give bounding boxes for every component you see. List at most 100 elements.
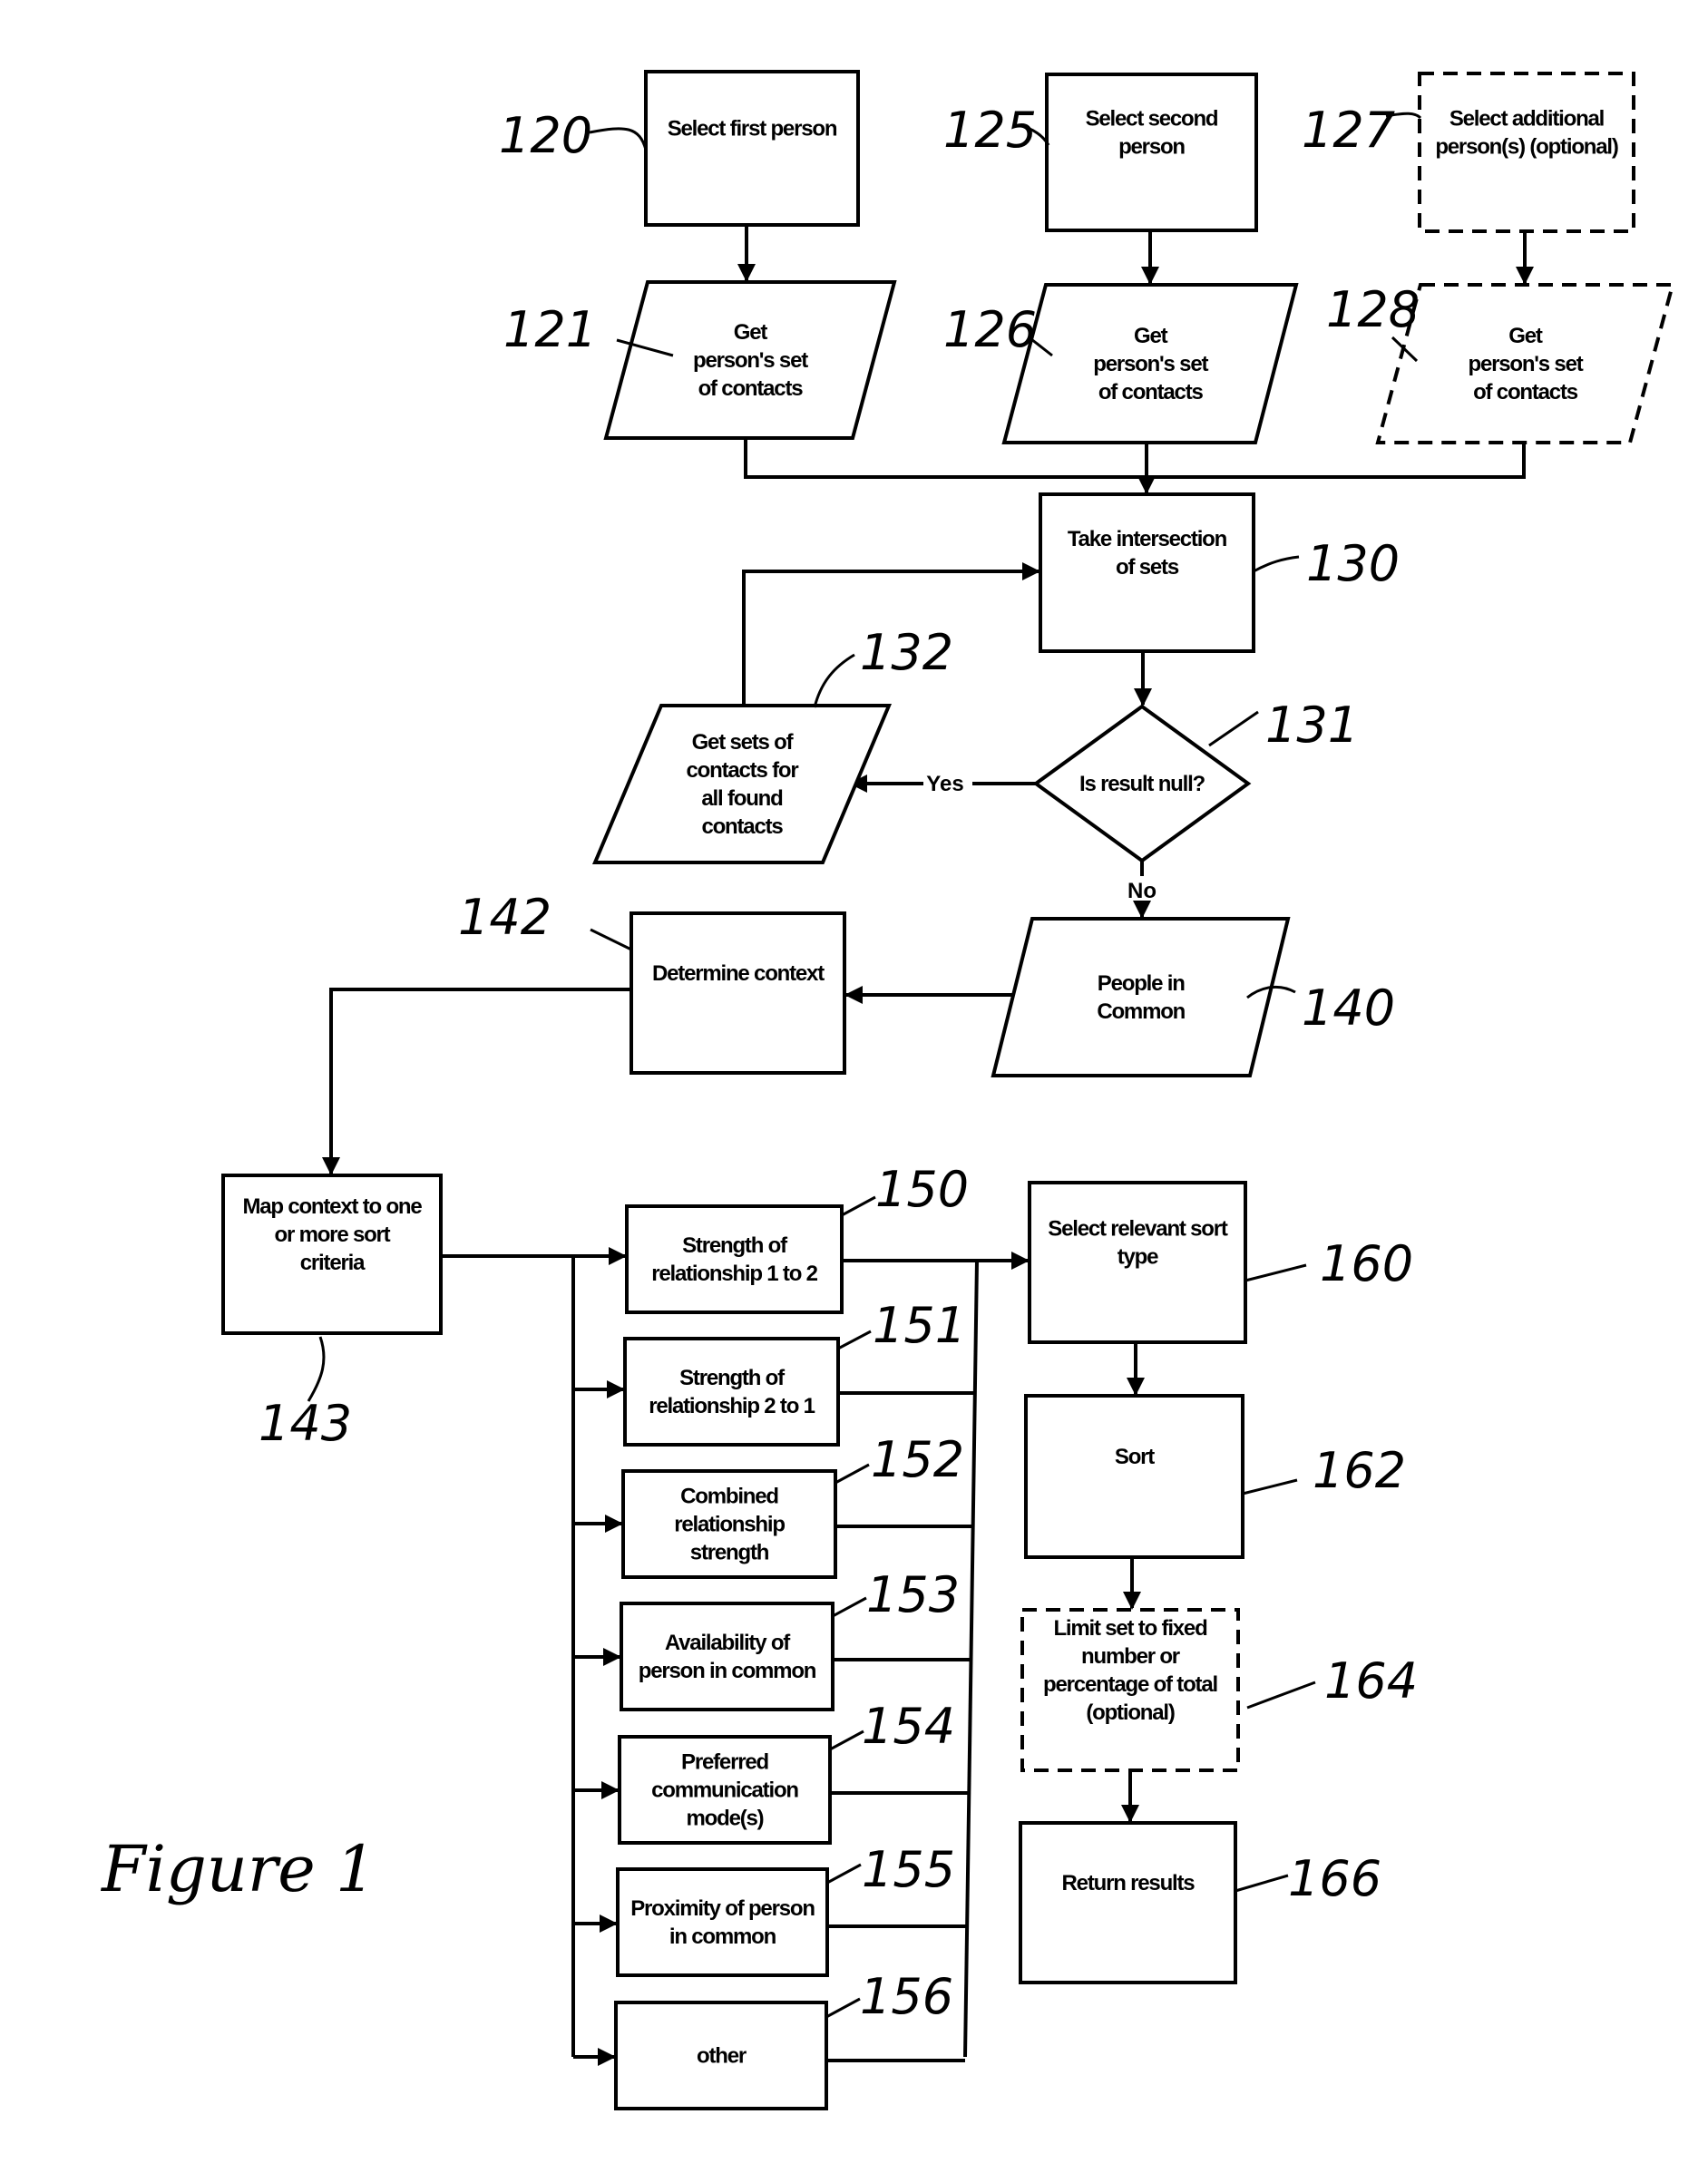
node-131: Is result null? — [1032, 704, 1252, 863]
ref-142: 142 — [458, 889, 551, 946]
node-label-132-line-1: Get sets of — [692, 730, 795, 755]
leader-142 — [590, 928, 632, 951]
ref-162: 162 — [1313, 1442, 1406, 1499]
node-label-164-line-3: percentage of total — [1043, 1672, 1217, 1697]
node-label-132-line-3: all found — [701, 786, 783, 811]
node-label-125-line-1: Select second — [1086, 107, 1218, 132]
node-label-166-line-1: Return results — [1062, 1871, 1196, 1895]
node-label-164-line-4: (optional) — [1086, 1700, 1175, 1725]
node-label-125-line-2: person — [1118, 135, 1185, 160]
ref-154: 154 — [862, 1698, 955, 1755]
node-label-120-line-1: Select first person — [668, 117, 837, 141]
node-127: Select additional person(s) (optional) — [1418, 72, 1635, 233]
ref-128: 128 — [1326, 281, 1420, 338]
ref-126: 126 — [943, 301, 1037, 358]
rect-shape-150 — [625, 1204, 844, 1314]
node-label-160-line-1: Select relevant sort — [1048, 1217, 1228, 1242]
flowchart-diagram: Select first person Select secondpersonSe… — [100, 70, 1675, 2110]
leader-166 — [1235, 1874, 1289, 1893]
node-label-154-line-3: mode(s) — [687, 1807, 764, 1831]
ref-130: 130 — [1306, 535, 1400, 592]
ref-155: 155 — [862, 1841, 955, 1898]
rect-shape-153 — [620, 1602, 834, 1711]
node-label-164-line-2: number or — [1081, 1644, 1180, 1669]
node-label-140-line-2: Common — [1097, 999, 1185, 1024]
node-label-121-line-1: Get — [734, 320, 768, 345]
connectors — [322, 225, 1534, 2066]
node-label-164-line-1: Limit set to fixed — [1053, 1616, 1207, 1641]
node-label-154-line-1: Preferred — [681, 1750, 768, 1775]
ref-156: 156 — [860, 1968, 953, 2025]
node-label-143-line-3: criteria — [300, 1251, 366, 1275]
node-125: Select second person — [1045, 73, 1258, 232]
node-155: Proximity of person in common — [616, 1867, 829, 1977]
leader-151 — [837, 1330, 872, 1350]
node-label-128-line-2: person's set — [1468, 352, 1583, 376]
node-label-131-line-1: Is result null? — [1079, 772, 1205, 796]
node-label-126-line-3: of contacts — [1098, 380, 1204, 404]
ref-164: 164 — [1324, 1652, 1418, 1710]
leader-150 — [841, 1195, 876, 1217]
ref-125: 125 — [943, 102, 1037, 159]
node-154: Preferred communication mode(s) — [618, 1735, 832, 1845]
node-label-156-line-1: other — [697, 2044, 747, 2069]
node-label-121-line-2: person's set — [693, 348, 808, 373]
node-151: Strength of relationship 2 to 1 — [623, 1337, 840, 1447]
node-160: Select relevant sort type — [1028, 1181, 1247, 1344]
node-label-130-line-2: of sets — [1116, 555, 1179, 580]
node-label-132-line-2: contacts for — [687, 758, 799, 783]
node-label-153-line-1: Availability of — [665, 1631, 791, 1655]
node-label-153-line-2: person in common — [639, 1659, 816, 1683]
node-label-143-line-1: Map context to one — [242, 1194, 422, 1219]
edge-142-143 — [322, 988, 631, 1175]
node-label-155-line-1: Proximity of person — [630, 1896, 815, 1921]
leader-162 — [1242, 1478, 1298, 1496]
node-label-128-line-1: Get — [1508, 324, 1543, 348]
node-132: Get sets of contacts for all found contacts — [591, 704, 893, 864]
node-140: People in Common — [991, 917, 1291, 1077]
rect-shape-151 — [623, 1337, 840, 1447]
ref-143: 143 — [259, 1395, 352, 1452]
node-label-126-line-2: person's set — [1093, 352, 1208, 376]
node-143: Map context to one or more sort criteria — [221, 1174, 443, 1335]
node-152: Combined relationship strength — [621, 1469, 837, 1579]
node-label-154-line-2: communication — [651, 1778, 798, 1803]
leader-143 — [307, 1336, 326, 1402]
node-label-132-line-4: contacts — [701, 814, 783, 839]
ref-152: 152 — [871, 1431, 964, 1488]
leader-152 — [834, 1463, 870, 1485]
node-label-142-line-1: Determine context — [652, 961, 825, 986]
leader-154 — [829, 1729, 864, 1751]
node-label-162-line-1: Sort — [1115, 1445, 1155, 1469]
node-153: Availability of person in common — [620, 1602, 834, 1711]
leader-155 — [826, 1863, 862, 1885]
node-128: Get person's set of contacts — [1375, 283, 1675, 444]
ref-127: 127 — [1302, 102, 1395, 159]
leader-160 — [1244, 1263, 1307, 1282]
node-121: Get person's set of contacts — [603, 280, 897, 440]
flowchart-nodes: Select first person Select secondpersonSe… — [221, 70, 1675, 2110]
ref-160: 160 — [1320, 1235, 1413, 1292]
node-label-155-line-2: in common — [669, 1924, 776, 1949]
no-label: No — [1127, 879, 1157, 903]
ref-140: 140 — [1302, 979, 1395, 1037]
rect-shape-155 — [616, 1867, 829, 1977]
node-150: Strength of relationship 1 to 2 — [625, 1204, 844, 1314]
ref-132: 132 — [860, 624, 953, 681]
leader-164 — [1246, 1681, 1316, 1710]
node-label-150-line-1: Strength of — [682, 1233, 788, 1258]
node-label-127-line-1: Select additional — [1449, 107, 1604, 132]
parallelogram-shape-132 — [591, 704, 893, 864]
ref-120: 120 — [499, 107, 592, 164]
node-label-151-line-2: relationship 2 to 1 — [649, 1394, 815, 1418]
node-label-160-line-2: type — [1118, 1245, 1158, 1270]
node-label-152-line-1: Combined — [680, 1485, 778, 1509]
leader-156 — [825, 1997, 861, 2019]
rect-shape-166 — [1019, 1821, 1237, 1984]
node-label-152-line-3: strength — [690, 1541, 769, 1565]
node-126: Get person's set of contacts — [1001, 283, 1299, 444]
node-130: Take intersection of sets — [1039, 492, 1255, 653]
rect-shape-142 — [630, 911, 846, 1075]
leader-130 — [1253, 555, 1300, 573]
figure-caption: Figure 1 — [100, 1832, 376, 1906]
